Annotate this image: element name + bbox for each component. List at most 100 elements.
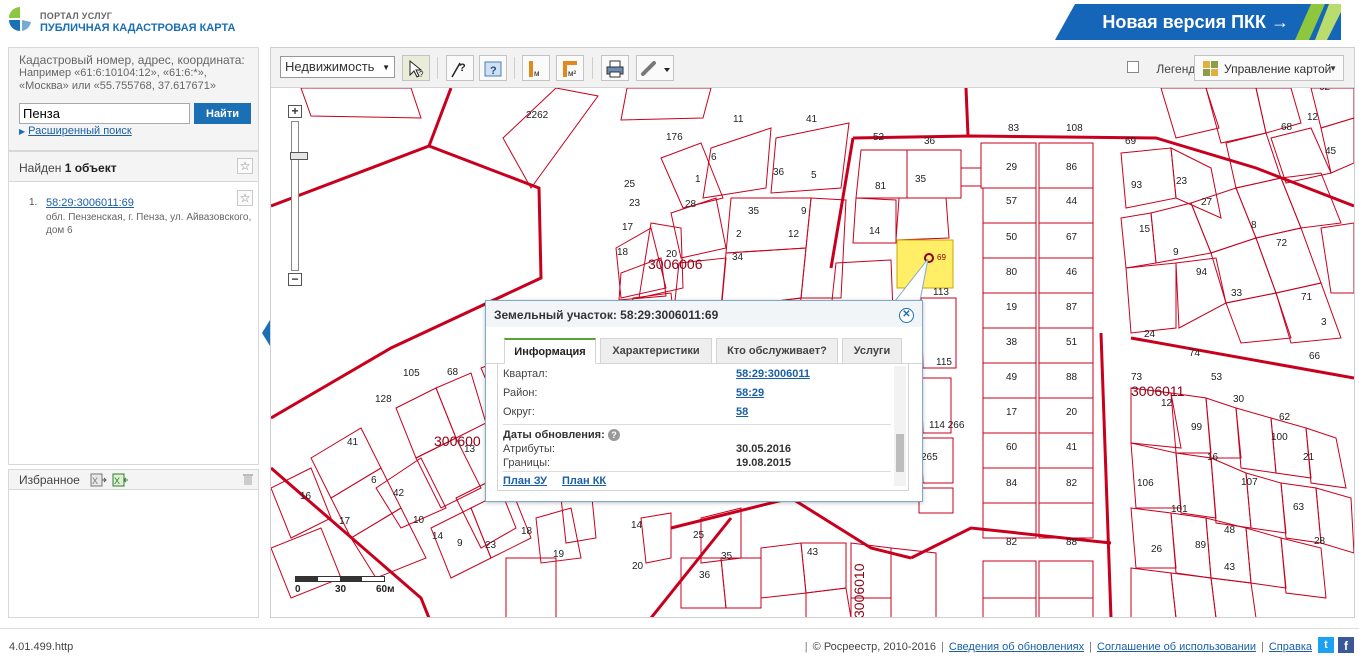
parcel-number: 114 266: [929, 420, 965, 431]
parcel-number: 3: [1321, 317, 1327, 328]
search-input[interactable]: [19, 103, 190, 124]
parcel-number: 5: [811, 170, 817, 181]
okrug-link[interactable]: 58: [736, 406, 748, 418]
zoom-control: + −: [288, 105, 308, 288]
parcel-number: 12: [1307, 112, 1319, 123]
measure-area-icon: м²: [563, 61, 577, 78]
import-excel-icon[interactable]: X: [112, 473, 129, 487]
district-link[interactable]: 58:29: [736, 387, 764, 399]
star-icon[interactable]: ☆: [237, 158, 253, 174]
select-tool-button[interactable]: ?: [402, 55, 430, 81]
map-toolbar: Недвижимость ▼ ? ? ? м м² Легенда Управле…: [271, 48, 1354, 88]
collapse-panel-icon[interactable]: [262, 320, 270, 346]
chevron-down-icon: ▼: [1329, 64, 1337, 73]
parcel-number: 101: [1171, 504, 1188, 515]
search-hint-title: Кадастровый номер, адрес, координата:: [19, 53, 245, 67]
zoom-slider-handle[interactable]: [290, 152, 308, 160]
parcel-number: 115: [936, 357, 952, 368]
parcel-number: 44: [1066, 196, 1078, 207]
parcel-number: 27: [1201, 197, 1213, 208]
copyright: © Росреестр, 2010-2016: [812, 641, 937, 653]
parcel-number: 19: [553, 549, 565, 560]
tab-info[interactable]: Информация: [504, 338, 596, 364]
facebook-icon[interactable]: f: [1338, 637, 1354, 653]
parcel-number: 99: [1191, 422, 1203, 433]
identify-button[interactable]: ?: [446, 55, 474, 81]
scrollbar-thumb[interactable]: [896, 434, 904, 472]
agreement-link[interactable]: Соглашение об использовании: [1097, 641, 1256, 653]
attributes-date: 30.05.2016: [736, 443, 792, 455]
parcel-number: 10: [413, 515, 425, 526]
parcel-number: 41: [1066, 442, 1078, 453]
parcel-number: 16: [1207, 452, 1219, 463]
parcel-number: 176: [666, 132, 683, 143]
scale-label: 0: [295, 584, 301, 595]
parcel-number: 6: [711, 152, 717, 163]
legend-checkbox[interactable]: [1127, 61, 1139, 73]
parcel-number: 105: [403, 368, 420, 379]
zoom-out-button[interactable]: −: [288, 273, 302, 286]
close-icon[interactable]: ✕: [899, 308, 914, 323]
measure-length-button[interactable]: м: [522, 55, 550, 81]
help-link[interactable]: Справка: [1269, 641, 1312, 653]
parcel-number: 26: [1151, 544, 1163, 555]
link-button[interactable]: [636, 55, 674, 81]
favorites-panel: Избранное X X: [8, 469, 259, 618]
advanced-search[interactable]: ▶ Расширенный поиск: [19, 125, 132, 137]
updates-link[interactable]: Сведения об обновлениях: [949, 641, 1084, 653]
parcel-number: 89: [1195, 540, 1207, 551]
new-version-link[interactable]: Новая версия ПКК →: [1102, 12, 1289, 33]
star-icon[interactable]: ☆: [237, 190, 253, 206]
parcel-number: 14: [631, 520, 643, 531]
row-label: Границы:: [503, 457, 551, 469]
help-query-icon: ?: [484, 61, 502, 77]
popup-scrollbar[interactable]: [894, 366, 906, 486]
portal-logo-icon[interactable]: [7, 5, 33, 35]
link-icon: [641, 61, 670, 76]
results-title: Найден 1 объект: [19, 161, 117, 175]
help-query-button[interactable]: ?: [479, 55, 507, 81]
quarter-link[interactable]: 58:29:3006011: [736, 368, 810, 380]
parcel-number: 45: [1325, 146, 1337, 157]
plan-kk-link[interactable]: План КК: [562, 475, 606, 487]
trash-icon[interactable]: [243, 473, 253, 485]
parcel-number: 21: [1303, 452, 1315, 463]
help-icon[interactable]: ?: [608, 429, 620, 441]
row-label: Район:: [503, 387, 538, 399]
parcel-number: 68: [447, 367, 459, 378]
parcel-number: 36: [773, 167, 785, 178]
parcel-number: 9: [457, 538, 463, 549]
parcel-number: 36: [924, 136, 936, 147]
tab-characteristics[interactable]: Характеристики: [600, 338, 712, 364]
parcel-number: 93: [1131, 180, 1143, 191]
parcel-number: 11: [733, 114, 744, 125]
results-panel: Найден 1 объект ☆ 1. 58:29:3006011:69 об…: [8, 151, 259, 465]
svg-text:X: X: [92, 476, 98, 486]
parcel-number: 50: [1006, 232, 1018, 243]
scale-label: 60м: [376, 584, 395, 595]
logo-title-top: ПОРТАЛ УСЛУГ: [40, 11, 113, 21]
zoom-in-button[interactable]: +: [288, 105, 302, 118]
twitter-icon[interactable]: t: [1318, 637, 1334, 653]
result-cadastral-link[interactable]: 58:29:3006011:69: [46, 197, 134, 209]
export-excel-icon[interactable]: X: [90, 473, 107, 487]
parcel-number: 1: [1261, 88, 1267, 89]
borders-date: 19.08.2015: [736, 457, 792, 469]
parcel-number: 67: [1066, 232, 1078, 243]
measure-area-button[interactable]: м²: [556, 55, 584, 81]
map-control-button[interactable]: Управление картой ▼: [1194, 55, 1344, 81]
plan-zu-link[interactable]: План ЗУ: [503, 475, 547, 487]
parcel-number: 36: [699, 570, 711, 581]
parcel-number: 1: [695, 174, 701, 185]
print-button[interactable]: [601, 55, 629, 81]
zoom-slider[interactable]: [290, 121, 308, 271]
layer-select[interactable]: Недвижимость ▼: [280, 56, 395, 78]
advanced-search-link[interactable]: Расширенный поиск: [28, 125, 132, 137]
parcel-number: 43: [807, 547, 819, 558]
tab-who-serves[interactable]: Кто обслуживает?: [716, 338, 838, 364]
tab-services[interactable]: Услуги: [842, 338, 902, 364]
parcel-number: 28: [1314, 536, 1326, 547]
parcel-number: 23: [1176, 176, 1188, 187]
search-button[interactable]: Найти: [194, 103, 251, 124]
parcel-number: 265: [921, 452, 938, 463]
